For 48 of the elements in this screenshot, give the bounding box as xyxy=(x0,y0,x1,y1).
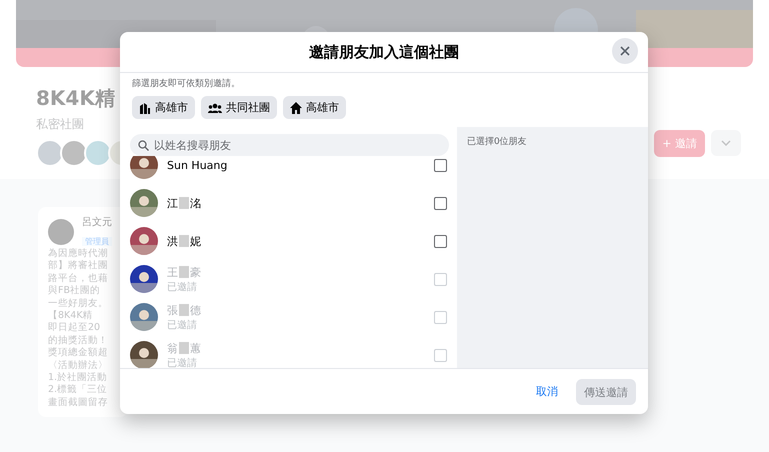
author-avatar xyxy=(48,218,74,244)
role-tag: 管理員 xyxy=(82,237,112,246)
friend-row[interactable]: 洪 妮 xyxy=(120,222,457,260)
people-icon xyxy=(208,102,222,112)
post-text: 〈活動辦法〉 xyxy=(48,360,109,372)
filter-chip[interactable]: 高雄市 xyxy=(283,96,346,119)
post-text: 部】將審社團 xyxy=(48,260,109,273)
friend-name: 張 德 xyxy=(167,302,202,318)
friend-row[interactable]: Sun Huang xyxy=(120,156,457,184)
group-title: 8K4K精 xyxy=(36,85,116,112)
post-text: 畫面截圖留存 xyxy=(48,396,109,410)
chevron-down-icon xyxy=(721,140,731,146)
search-icon xyxy=(138,140,149,151)
invited-note: 已邀請 xyxy=(167,318,198,332)
post-text: 1.於社團活動 xyxy=(48,372,108,384)
post-text: 【8K4K精 xyxy=(48,310,94,322)
friend-name: 翁 蕙 xyxy=(167,340,202,356)
filter-chip[interactable]: 共同社團 xyxy=(201,96,277,119)
dialog-title: 邀請朋友加入這個社團 xyxy=(309,42,459,62)
author-name: 呂文元 xyxy=(82,216,112,229)
checkbox[interactable] xyxy=(434,234,447,248)
search-field[interactable]: 以姓名搜尋朋友 xyxy=(130,134,449,156)
friend-name: 洪 妮 xyxy=(167,234,202,248)
post-text: 一些好朋友。 xyxy=(48,298,109,310)
checkbox[interactable] xyxy=(434,196,447,210)
post-text: 的抽獎活動！ xyxy=(48,334,109,347)
invited-note: 已邀請 xyxy=(167,280,198,294)
post-text: 獎項總金額超 xyxy=(48,347,109,360)
friend-name: Sun Huang xyxy=(167,158,228,172)
home-icon xyxy=(290,102,302,114)
invited-note: 已邀請 xyxy=(167,356,198,368)
friend-row[interactable]: 江 洺 xyxy=(120,184,457,222)
friend-name: 王 豪 xyxy=(167,264,202,280)
post-text: 路平台，也藉 xyxy=(48,272,109,285)
filter-chip[interactable]: 高雄市 xyxy=(132,96,195,119)
friend-name: 江 洺 xyxy=(167,196,202,210)
filter-hint: 篩選朋友即可依類別邀請。 xyxy=(131,78,241,90)
close-icon xyxy=(620,46,630,56)
post-text: 與FB社團的 xyxy=(48,285,101,298)
close-button[interactable] xyxy=(612,38,638,64)
selected-count: 已選擇0位朋友 xyxy=(467,136,528,148)
checkbox[interactable] xyxy=(434,158,447,172)
buildings-icon xyxy=(139,102,151,114)
post-text: 為因應時代潮 xyxy=(48,248,109,260)
cancel-button[interactable]: 取消 xyxy=(526,378,568,405)
post-text: 即日起至20 xyxy=(48,322,102,335)
group-meta: 私密社團 xyxy=(36,116,85,133)
post-text: 2.標籤「三位 xyxy=(48,384,108,397)
